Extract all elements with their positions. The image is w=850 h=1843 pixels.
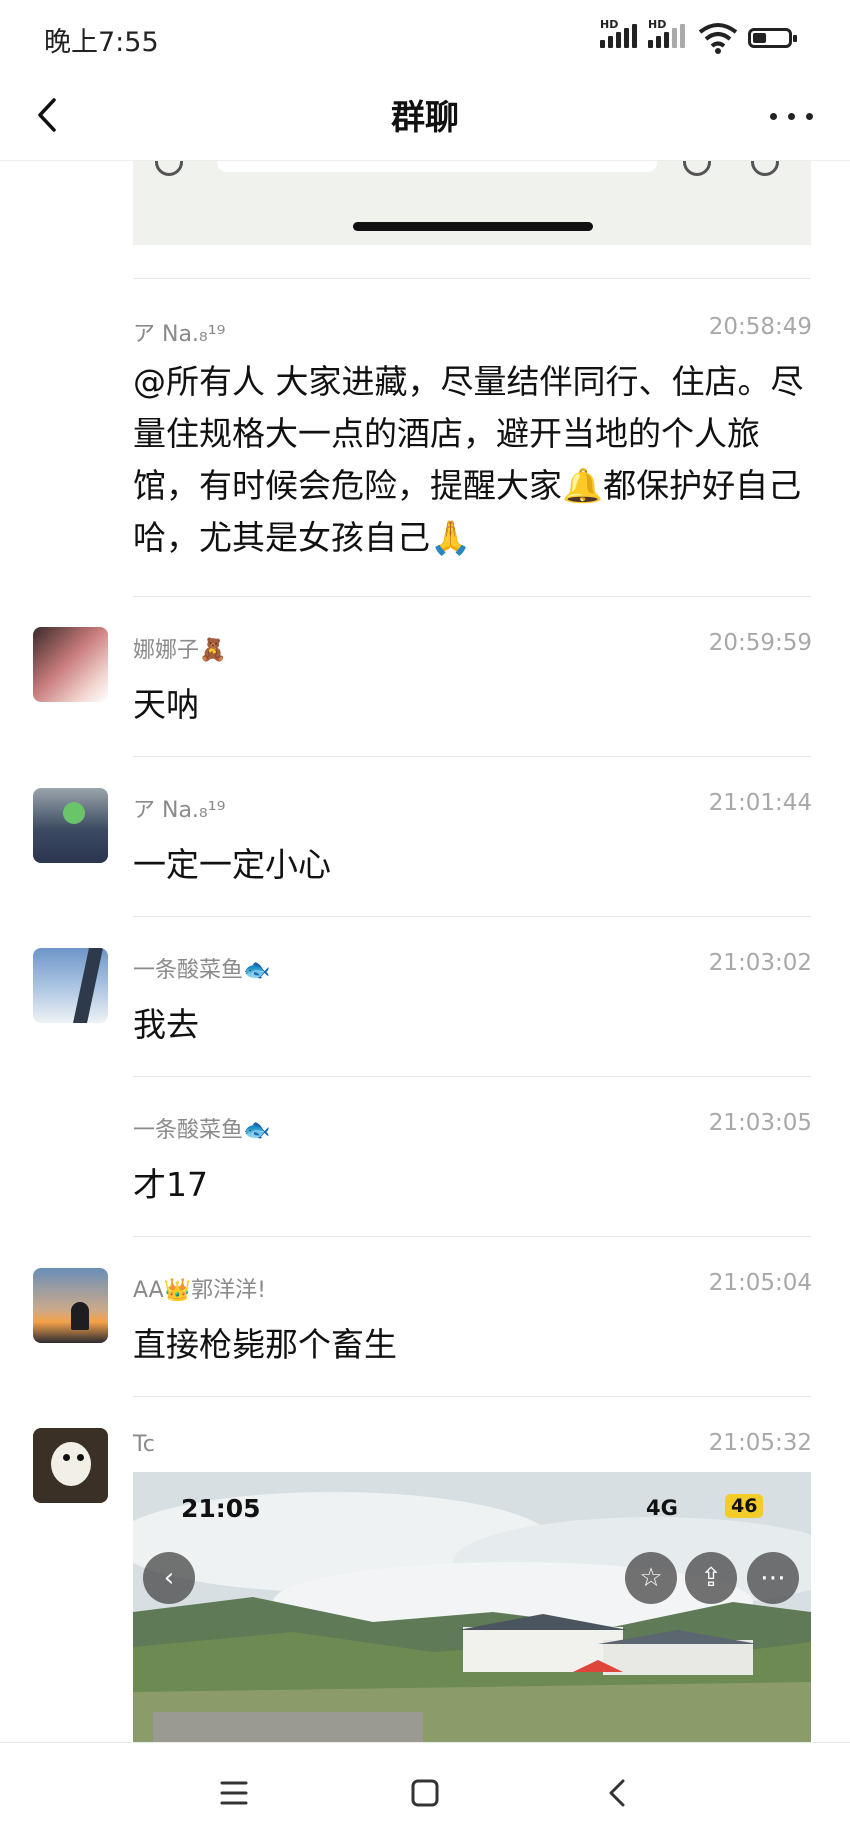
status-time: 晚上7:55 — [44, 27, 159, 58]
avatar[interactable] — [33, 788, 108, 863]
image-message[interactable]: 21:05 4G 46 ‹ ☆ ⇪ ⋯ — [133, 1472, 811, 1742]
divider — [133, 1396, 811, 1397]
message-time: 21:05:04 — [708, 1270, 812, 1296]
sender-name[interactable]: AA👑郭洋洋! — [133, 1272, 266, 1304]
message-text[interactable]: @所有人 大家进藏，尽量结伴同行、住店。尽量住规格大一点的酒店，避开当地的个人旅… — [133, 356, 817, 564]
photo-network: 4G — [646, 1496, 678, 1520]
sender-name[interactable]: Tc — [133, 1432, 155, 1457]
system-nav-bar — [0, 1742, 850, 1843]
divider — [133, 1076, 811, 1077]
signal-2-icon: HD — [648, 18, 692, 52]
photo-share-icon: ⇪ — [685, 1552, 737, 1604]
photo-star-icon: ☆ — [625, 1552, 677, 1604]
photo-more-icon: ⋯ — [747, 1552, 799, 1604]
battery-icon — [748, 28, 797, 48]
previous-image-message[interactable] — [133, 160, 811, 245]
menu-icon[interactable] — [214, 1773, 254, 1813]
message-text[interactable]: 才17 — [133, 1158, 208, 1206]
avatar[interactable] — [33, 1268, 108, 1343]
sender-name[interactable]: 娜娜子🧸 — [133, 632, 226, 664]
system-back-icon[interactable] — [598, 1773, 638, 1813]
message-time: 21:01:44 — [708, 790, 812, 816]
divider — [133, 596, 811, 597]
wifi-icon — [698, 23, 738, 54]
photo-badge: 46 — [725, 1494, 764, 1518]
message-text[interactable]: 一定一定小心 — [133, 838, 331, 886]
message-time: 21:03:05 — [708, 1110, 812, 1136]
divider — [133, 278, 811, 279]
status-bar: 晚上7:55 HD HD — [0, 0, 850, 72]
nav-bar: 群聊 — [0, 72, 850, 161]
more-options-button[interactable] — [764, 98, 820, 134]
avatar[interactable] — [33, 1428, 108, 1503]
message-time: 21:03:02 — [708, 950, 812, 976]
signal-1-icon: HD — [600, 18, 644, 52]
photo-time: 21:05 — [181, 1494, 261, 1523]
sender-name[interactable]: ア Na.₈¹⁹ — [133, 316, 225, 348]
page-title: 群聊 — [391, 98, 459, 138]
sender-name[interactable]: ア Na.₈¹⁹ — [133, 792, 225, 824]
avatar[interactable] — [33, 627, 108, 702]
divider — [133, 1236, 811, 1237]
message-time: 21:05:32 — [708, 1430, 812, 1456]
message-text[interactable]: 我去 — [133, 998, 199, 1046]
message-text[interactable]: 天呐 — [133, 678, 199, 726]
sender-name[interactable]: 一条酸菜鱼🐟 — [133, 1112, 270, 1144]
message-time: 20:58:49 — [708, 314, 812, 340]
divider — [133, 916, 811, 917]
message-text[interactable]: 直接枪毙那个畜生 — [133, 1318, 397, 1366]
home-indicator — [353, 222, 593, 231]
photo-back-icon: ‹ — [143, 1552, 195, 1604]
sender-name[interactable]: 一条酸菜鱼🐟 — [133, 952, 270, 984]
avatar[interactable] — [33, 948, 108, 1023]
message-time: 20:59:59 — [708, 630, 812, 656]
home-icon[interactable] — [405, 1773, 445, 1813]
divider — [133, 756, 811, 757]
